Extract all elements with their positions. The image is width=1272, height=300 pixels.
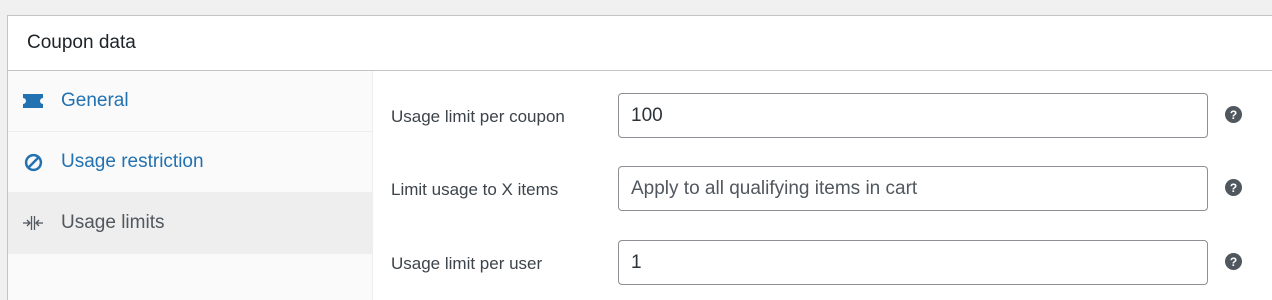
- restricted-icon: [23, 152, 43, 172]
- help-icon[interactable]: ?: [1225, 106, 1242, 123]
- limit-usage-to-x-items-row: Limit usage to X items ?: [373, 166, 1272, 212]
- usage-limits-fields: Usage limit per coupon ? Limit usage to …: [373, 71, 1272, 300]
- ticket-icon: [23, 91, 43, 111]
- usage-limit-per-coupon-input[interactable]: [618, 93, 1208, 138]
- panel-body: General Usage restriction Usage limits U…: [8, 71, 1272, 300]
- tab-usage-restriction[interactable]: Usage restriction: [8, 132, 372, 193]
- tab-usage-limits-label: Usage limits: [61, 212, 165, 233]
- tab-list: General Usage restriction Usage limits: [8, 71, 373, 300]
- limit-usage-to-x-items-label: Limit usage to X items: [391, 180, 559, 199]
- coupon-data-panel: Coupon data General Usage restriction Us…: [7, 15, 1272, 300]
- usage-limit-per-coupon-label: Usage limit per coupon: [391, 107, 565, 126]
- panel-title: Coupon data: [27, 32, 136, 53]
- tab-usage-limits[interactable]: Usage limits: [8, 193, 372, 254]
- panel-header: Coupon data: [8, 16, 1272, 71]
- help-icon[interactable]: ?: [1225, 253, 1242, 270]
- tab-usage-restriction-label: Usage restriction: [61, 151, 204, 172]
- limit-usage-to-x-items-input[interactable]: [618, 166, 1208, 211]
- tab-general[interactable]: General: [8, 71, 372, 132]
- usage-limit-per-user-row: Usage limit per user ?: [373, 240, 1272, 286]
- usage-limit-per-coupon-row: Usage limit per coupon ?: [373, 93, 1272, 139]
- help-icon[interactable]: ?: [1225, 179, 1242, 196]
- tab-general-label: General: [61, 90, 129, 111]
- usage-limit-per-user-label: Usage limit per user: [391, 254, 543, 273]
- usage-limit-per-user-input[interactable]: [618, 240, 1208, 285]
- limits-icon: [23, 213, 43, 233]
